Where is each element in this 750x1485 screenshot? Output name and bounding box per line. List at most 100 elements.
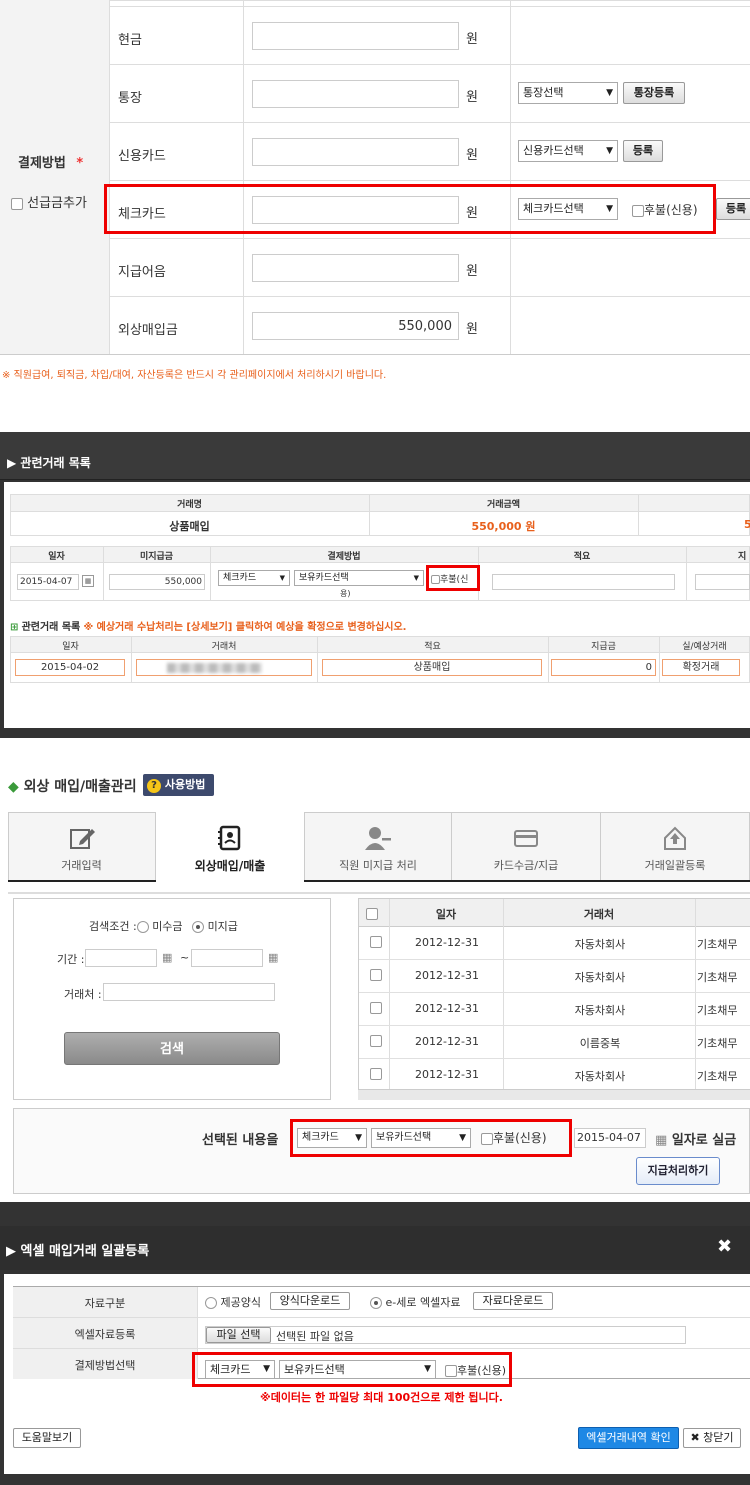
table-row[interactable]: 2012-12-31 자동차회사 기초채무	[359, 927, 750, 960]
deferred-checkbox[interactable]: 후불(신용)	[632, 201, 698, 218]
row-extra: 기초채무	[697, 1070, 738, 1083]
divider	[8, 892, 750, 894]
check-card-select[interactable]: 체크카드선택 ▼	[518, 198, 618, 220]
check-amount-input[interactable]	[252, 196, 459, 224]
tab-trade-input[interactable]: 거래입력	[8, 812, 155, 880]
deferred-label: 후불(신용)	[493, 1131, 547, 1145]
calendar-icon[interactable]: ▦	[655, 1133, 667, 1148]
period-end-input[interactable]	[191, 949, 263, 967]
opt-unreceived: 미수금	[152, 920, 183, 933]
radio-unpaid[interactable]	[192, 921, 205, 933]
form-download-button[interactable]: 양식다운로드	[270, 1292, 350, 1310]
extra-input[interactable]	[695, 574, 750, 590]
calendar-icon[interactable]: ▦	[162, 951, 172, 964]
pay-method-select[interactable]: 체크카드 ▼	[297, 1128, 367, 1148]
radio-provided-form[interactable]: 제공양식	[205, 1294, 261, 1310]
row-client: 자동차회사	[574, 938, 626, 951]
date-input[interactable]: 2015-04-07	[17, 574, 79, 590]
pay-process-button[interactable]: 지급처리하기	[636, 1157, 720, 1185]
table-row[interactable]: 2012-12-31 자동차회사 기초채무	[359, 1059, 750, 1092]
excel-upload-window: ▶ 엑셀 매입거래 일괄등록 ✖ 자료구분 엑셀자료등록 결제방법선택 제공양식…	[0, 1202, 750, 1485]
row-label-note: 지급어음	[118, 265, 166, 280]
checkbox-icon[interactable]	[366, 907, 378, 920]
pay-method-select[interactable]: 체크카드 ▼	[205, 1360, 275, 1379]
file-select-button[interactable]: 파일 선택	[206, 1327, 271, 1343]
deferred-checkbox[interactable]: 후불(신용)	[445, 1362, 506, 1378]
table-row[interactable]: 2012-12-31 자동차회사 기초채무	[359, 960, 750, 993]
date-input[interactable]: 2015-04-07	[574, 1128, 646, 1148]
checkbox-icon[interactable]	[445, 1365, 457, 1377]
credit-purchase-input[interactable]	[252, 312, 459, 340]
deferred-checkbox[interactable]: 후불(신용)	[481, 1129, 547, 1146]
tab-credit-purchase[interactable]: 외상매입/매출	[156, 812, 304, 880]
calendar-icon[interactable]: ▦	[82, 575, 94, 587]
row-extra: 기초채무	[697, 938, 738, 951]
memo-input[interactable]	[492, 574, 675, 590]
row-checkbox[interactable]	[370, 1035, 382, 1047]
unpaid-input[interactable]: 550,000	[109, 574, 205, 590]
row-date: 2012-12-31	[415, 1068, 479, 1081]
tab-batch-register[interactable]: 거래일괄등록	[601, 812, 749, 880]
card-select[interactable]: 보유카드선택 ▼	[294, 570, 424, 586]
sub-header-client: 거래처	[211, 642, 237, 652]
payment-method-label: 결제방법 *	[18, 156, 84, 171]
card-select[interactable]: 보유카드선택 ▼	[279, 1360, 436, 1379]
horizontal-scrollbar[interactable]	[358, 1089, 750, 1100]
help-button[interactable]: 도움말보기	[13, 1428, 81, 1448]
radio-icon[interactable]	[205, 1297, 217, 1309]
row-checkbox[interactable]	[370, 1002, 382, 1014]
sub-row-date: 2015-04-02	[15, 659, 125, 676]
diamond-icon: ◆	[8, 779, 19, 795]
credit-amount-input[interactable]	[252, 138, 459, 166]
table-row[interactable]: 2012-12-31 자동차회사 기초채무	[359, 993, 750, 1026]
row-extra: 기초채무	[697, 1037, 738, 1050]
checkbox-icon[interactable]	[431, 575, 440, 584]
row-date: 2012-12-31	[415, 969, 479, 982]
row-checkbox[interactable]	[370, 936, 382, 948]
note-amount-input[interactable]	[252, 254, 459, 282]
checkbox-icon[interactable]	[481, 1132, 493, 1145]
confirm-button[interactable]: 엑셀거래내역 확인	[578, 1427, 679, 1449]
credit-select[interactable]: 신용카드선택 ▼	[518, 140, 618, 162]
bank-select[interactable]: 통장선택 ▼	[518, 82, 618, 104]
row-checkbox[interactable]	[370, 1068, 382, 1080]
sub-header-memo: 적요	[424, 642, 441, 652]
search-button[interactable]: 검색	[64, 1032, 280, 1065]
close-icon[interactable]: ✖	[717, 1236, 732, 1257]
pay-method-select[interactable]: 체크카드 ▼	[218, 570, 290, 586]
checkbox-icon[interactable]	[632, 204, 644, 217]
data-download-button[interactable]: 자료다운로드	[473, 1292, 553, 1310]
period-label: 기간 :	[57, 953, 85, 966]
check-register-button[interactable]: 등록	[716, 198, 750, 220]
table-row[interactable]: 2012-12-31 이름중복 기초채무	[359, 1026, 750, 1059]
row-checkbox[interactable]	[370, 969, 382, 981]
bank-amount-input[interactable]	[252, 80, 459, 108]
help-button[interactable]: ? 사용방법	[143, 774, 214, 796]
client-input[interactable]	[103, 983, 275, 1001]
close-button[interactable]: ✖ 창닫기	[683, 1428, 741, 1448]
calendar-icon[interactable]: ▦	[268, 951, 278, 964]
tab-card[interactable]: 카드수금/지급	[452, 812, 600, 880]
deferred-checkbox[interactable]: 후불(신	[431, 572, 468, 585]
header-trade-amount: 거래금액	[486, 500, 521, 510]
label-pay-method: 결제방법선택	[74, 1359, 136, 1372]
period-start-input[interactable]	[85, 949, 157, 967]
credit-register-button[interactable]: 등록	[623, 140, 663, 162]
row-date: 2012-12-31	[415, 936, 479, 949]
tab-employee-unpaid[interactable]: 직원 미지급 처리	[305, 812, 451, 880]
close-icon: ✖	[690, 1431, 700, 1444]
prepay-checkbox[interactable]: 선급금추가	[11, 192, 87, 211]
checkbox-icon[interactable]	[11, 197, 23, 210]
deferred-label: 후불(신	[440, 575, 469, 585]
bank-register-button[interactable]: 통장등록	[623, 82, 685, 104]
select-all-checkbox[interactable]	[366, 906, 378, 920]
client-label: 거래처 :	[64, 988, 102, 1001]
radio-icon[interactable]	[370, 1297, 382, 1309]
radio-eseroh[interactable]: e-세로 엑셀자료	[370, 1294, 460, 1310]
cash-amount-input[interactable]	[252, 22, 459, 50]
radio-unreceived[interactable]	[136, 921, 149, 933]
payment-side-panel	[0, 0, 110, 354]
sub-notice: ※ 예상거래 수납처리는 [상세보기] 클릭하여 예상을 확정으로 변경하십시오…	[83, 622, 407, 633]
row-date: 2012-12-31	[415, 1035, 479, 1048]
card-select[interactable]: 보유카드선택 ▼	[371, 1128, 471, 1148]
